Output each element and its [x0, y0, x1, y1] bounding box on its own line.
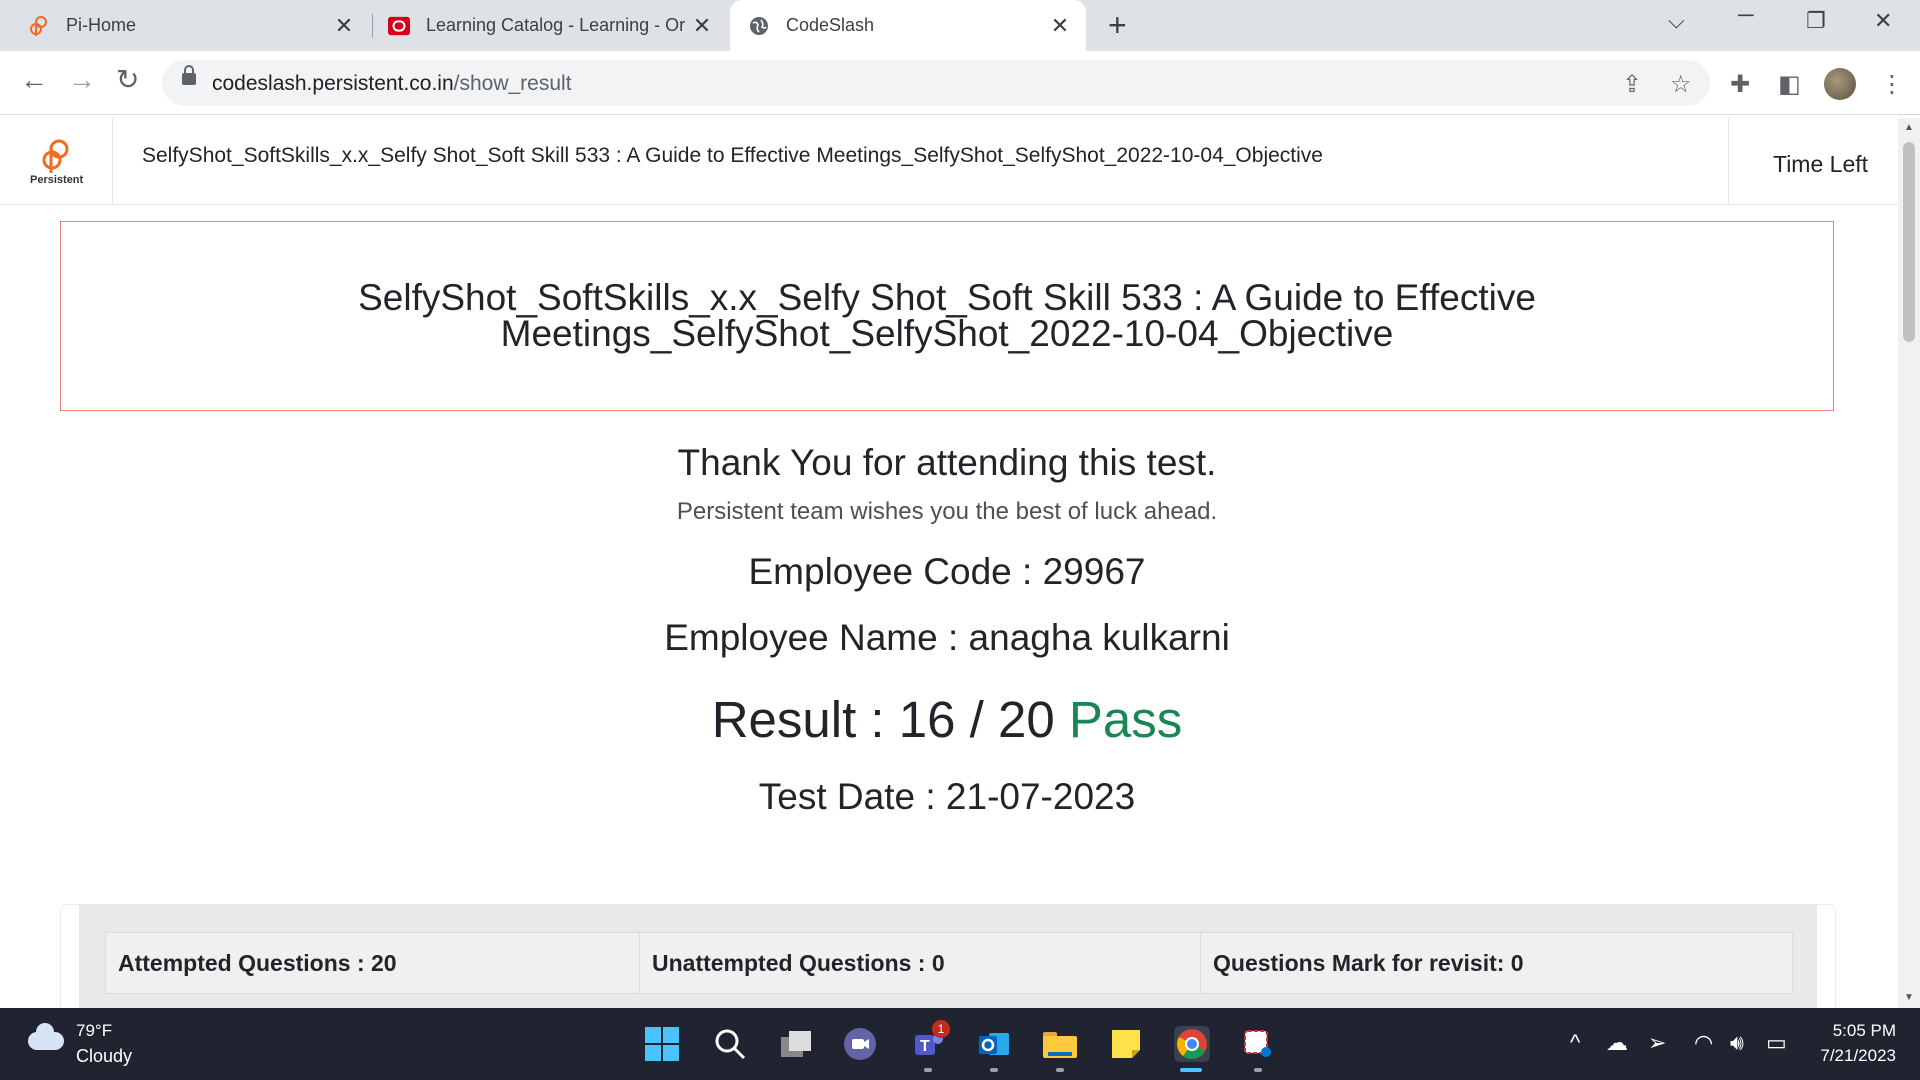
tab-codeslash[interactable]: CodeSlash ✕	[730, 0, 1086, 51]
persistent-logo[interactable]: Persistent	[0, 118, 113, 204]
test-title: SelfyShot_SoftSkills_x.x_Selfy Shot_Soft…	[358, 277, 1536, 354]
running-indicator	[924, 1068, 932, 1072]
reload-icon[interactable]: ↻	[116, 65, 139, 95]
stats-panel: Attempted Questions : 20 Unattempted Que…	[79, 905, 1817, 1009]
tab-title: Learning Catalog - Learning - Or	[426, 15, 686, 35]
time-left-box: Time Left	[1728, 118, 1899, 204]
lock-icon[interactable]	[182, 65, 196, 85]
logo-text: Persistent	[30, 174, 84, 186]
side-panel-icon[interactable]: ◧	[1778, 73, 1801, 97]
result-line: Result : 16 / 20 Pass	[60, 690, 1834, 749]
unattempted-questions: Unattempted Questions : 0	[640, 933, 1201, 993]
share-icon[interactable]: ⇪	[1622, 70, 1642, 99]
wifi-icon[interactable]: ◠	[1694, 1030, 1713, 1056]
weather-temperature[interactable]: 79°F	[76, 1021, 112, 1041]
volume-icon[interactable]: 🔊︎	[1730, 1030, 1744, 1056]
revisit-questions: Questions Mark for revisit: 0	[1213, 949, 1524, 976]
employee-name: Employee Name : anagha kulkarni	[664, 617, 1230, 658]
restore-icon[interactable]: ❐	[1806, 8, 1826, 34]
url-path: /show_result	[453, 72, 572, 95]
minimize-icon[interactable]: ─	[1738, 2, 1754, 28]
result-status-pass: Pass	[1068, 691, 1183, 748]
menu-kebab-icon[interactable]: ⋮	[1880, 73, 1904, 97]
windows-taskbar: 79°F Cloudy T 1 ^ ☁ ➢ ◠ 🔊︎ ▭ 5:05 PM 7/2…	[0, 1008, 1920, 1080]
address-bar[interactable]: codeslash.persistent.co.in/show_result ⇪…	[162, 60, 1710, 106]
browser-toolbar: ← → ↻ codeslash.persistent.co.in/show_re…	[0, 51, 1920, 115]
page-scrollbar[interactable]: ▲ ▼	[1898, 118, 1920, 1008]
tab-learning-catalog[interactable]: Learning Catalog - Learning - Or ✕	[376, 0, 728, 51]
clock-date[interactable]: 7/21/2023	[1812, 1046, 1896, 1066]
outlook-icon[interactable]	[976, 1026, 1012, 1062]
browser-tab-strip: Pi-Home ✕ Learning Catalog - Learning - …	[0, 0, 1920, 51]
forward-arrow-icon[interactable]: →	[68, 65, 96, 95]
teams-icon[interactable]: T 1	[910, 1020, 950, 1062]
extensions-puzzle-icon[interactable]: ✚	[1730, 73, 1750, 97]
profile-avatar[interactable]	[1824, 68, 1856, 100]
url-text[interactable]: codeslash.persistent.co.in/show_result	[212, 72, 572, 96]
cloud-weather-icon[interactable]	[28, 1023, 64, 1050]
tab-title: Pi-Home	[66, 15, 137, 35]
new-tab-icon[interactable]: +	[1108, 8, 1127, 42]
stats-card: Attempted Questions : 20 Unattempted Que…	[60, 904, 1836, 1009]
close-tab-icon[interactable]: ✕	[690, 13, 714, 39]
clock-time[interactable]: 5:05 PM	[1832, 1021, 1896, 1041]
task-view-icon[interactable]	[778, 1026, 814, 1062]
chat-icon[interactable]	[842, 1026, 878, 1062]
bookmark-star-icon[interactable]: ☆	[1670, 70, 1692, 99]
scroll-down-icon[interactable]: ▼	[1904, 992, 1914, 1003]
url-domain: codeslash.persistent.co.in	[212, 72, 454, 95]
employee-code: Employee Code : 29967	[748, 551, 1146, 592]
chrome-icon[interactable]	[1174, 1026, 1210, 1062]
stats-row: Attempted Questions : 20 Unattempted Que…	[105, 932, 1793, 994]
test-title-card: SelfyShot_SoftSkills_x.x_Selfy Shot_Soft…	[60, 221, 1834, 411]
tab-divider	[372, 14, 373, 38]
snipping-tool-icon[interactable]	[1240, 1026, 1276, 1062]
close-tab-icon[interactable]: ✕	[1048, 13, 1072, 39]
tab-pi-home[interactable]: Pi-Home ✕	[0, 0, 370, 51]
battery-icon[interactable]: ▭	[1766, 1030, 1787, 1056]
svg-text:T: T	[920, 1038, 930, 1055]
tab-search-chevron-icon[interactable]: ⌵	[1668, 8, 1685, 34]
globe-icon	[748, 15, 770, 37]
notification-badge: 1	[932, 1020, 950, 1038]
close-tab-icon[interactable]: ✕	[332, 13, 356, 39]
thank-you-heading: Thank You for attending this test.	[677, 442, 1217, 483]
windows-start-icon[interactable]	[644, 1026, 680, 1062]
onedrive-cloud-icon[interactable]: ☁	[1606, 1030, 1628, 1056]
running-indicator	[990, 1068, 998, 1072]
show-hidden-icons-chevron-icon[interactable]: ^	[1570, 1030, 1580, 1056]
back-arrow-icon[interactable]: ←	[20, 65, 48, 95]
scroll-up-icon[interactable]: ▲	[1904, 122, 1914, 133]
result-score: Result : 16 / 20	[711, 691, 1055, 748]
location-arrow-icon[interactable]: ➢	[1648, 1030, 1666, 1056]
persistent-logo-icon	[42, 139, 69, 173]
active-indicator	[1180, 1068, 1202, 1072]
file-explorer-icon[interactable]	[1042, 1026, 1078, 1062]
attempted-questions: Attempted Questions : 20	[106, 933, 640, 993]
weather-condition[interactable]: Cloudy	[76, 1046, 132, 1067]
persistent-logo-icon	[28, 15, 50, 37]
running-indicator	[1056, 1068, 1064, 1072]
time-left-label: Time Left	[1773, 151, 1869, 177]
test-date: Test Date : 21-07-2023	[758, 776, 1136, 817]
tab-title: CodeSlash	[786, 15, 875, 35]
scroll-thumb[interactable]	[1903, 142, 1915, 342]
page-header: Persistent SelfyShot_SoftSkills_x.x_Self…	[0, 118, 1898, 205]
sticky-notes-icon[interactable]	[1108, 1026, 1144, 1062]
oracle-icon	[388, 15, 410, 37]
header-test-title: SelfyShot_SoftSkills_x.x_Selfy Shot_Soft…	[142, 144, 1323, 167]
wishes-text: Persistent team wishes you the best of l…	[676, 498, 1218, 525]
running-indicator	[1254, 1068, 1262, 1072]
search-icon[interactable]	[712, 1026, 748, 1062]
close-window-icon[interactable]: ✕	[1874, 8, 1892, 34]
